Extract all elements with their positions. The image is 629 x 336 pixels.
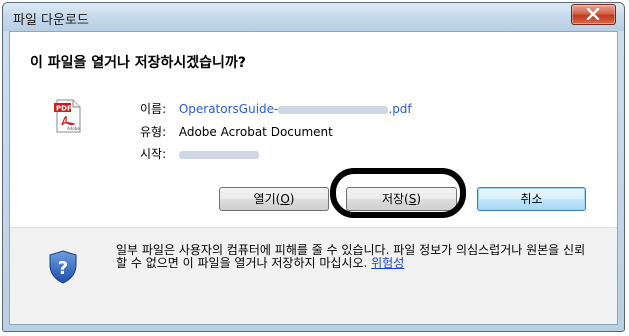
close-button[interactable] <box>571 4 616 25</box>
file-source-label: 시작: <box>140 147 167 161</box>
open-accel: O <box>280 192 290 206</box>
file-name-suffix: .pdf <box>388 102 412 116</box>
svg-text:?: ? <box>58 258 68 279</box>
open-label-end: ) <box>289 192 295 206</box>
redacted-source <box>178 150 259 159</box>
svg-text:Adobe: Adobe <box>67 126 80 131</box>
file-type-value: Adobe Acrobat Document <box>178 125 333 139</box>
file-name-label: 이름: <box>140 102 167 116</box>
warning-message: 일부 파일은 사용자의 컴퓨터에 피해를 줄 수 있습니다. 파일 정보가 의심… <box>116 244 586 270</box>
file-type-row: 유형: Adobe Acrobat Document <box>140 123 333 140</box>
file-download-dialog: 파일 다운로드 이 파일을 열거나 저장하시겠습니까? PDF Adobe 이름… <box>2 2 625 332</box>
close-icon <box>586 8 600 20</box>
open-button[interactable]: 열기(O) <box>219 187 329 211</box>
redacted-filename <box>278 105 389 114</box>
warning-text: 일부 파일은 사용자의 컴퓨터에 피해를 줄 수 있습니다. 파일 정보가 의심… <box>116 243 586 270</box>
file-source-row: 시작: <box>140 145 259 162</box>
dialog-question: 이 파일을 열거나 저장하시겠습니까? <box>30 55 246 71</box>
cancel-button[interactable]: 취소 <box>477 187 586 211</box>
file-type-label: 유형: <box>140 125 167 139</box>
file-name-link[interactable]: OperatorsGuide- .pdf <box>179 102 412 116</box>
shield-question-icon: ? <box>49 250 77 284</box>
open-label: 열기( <box>253 192 281 206</box>
file-name-prefix: OperatorsGuide- <box>178 102 279 116</box>
file-name-row: 이름: OperatorsGuide- .pdf <box>140 100 412 117</box>
save-highlight-annotation <box>330 168 466 218</box>
file-info-section: 이 파일을 열거나 저장하시겠습니까? PDF Adobe 이름: Operat… <box>10 32 617 227</box>
svg-text:PDF: PDF <box>56 105 72 113</box>
dialog-body: 이 파일을 열거나 저장하시겠습니까? PDF Adobe 이름: Operat… <box>9 31 618 325</box>
cancel-label: 취소 <box>520 192 543 206</box>
title-bar[interactable]: 파일 다운로드 <box>3 3 624 31</box>
risk-link[interactable]: 위험성 <box>371 256 404 270</box>
warning-section: ? 일부 파일은 사용자의 컴퓨터에 피해를 줄 수 있습니다. 파일 정보가 … <box>10 227 617 324</box>
window-title: 파일 다운로드 <box>13 13 89 28</box>
pdf-file-icon: PDF Adobe <box>54 99 81 133</box>
